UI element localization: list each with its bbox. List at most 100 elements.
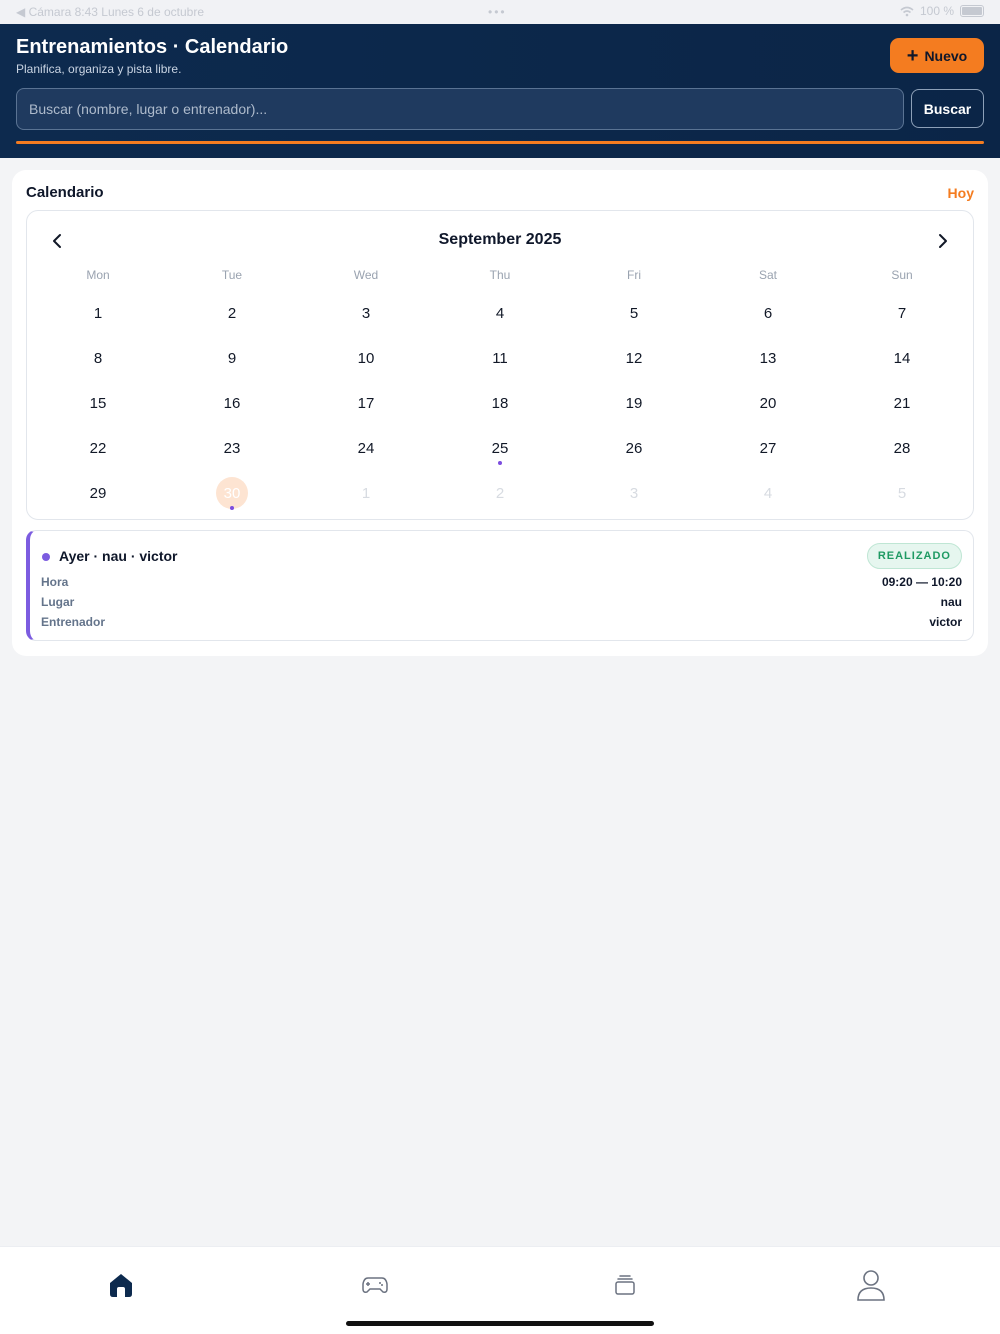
weekday-label: Thu (489, 268, 511, 282)
weekday-label: Sun (891, 268, 913, 282)
day-number: 1 (93, 305, 103, 322)
wifi-icon (900, 6, 914, 16)
calendar-day[interactable]: 5 (567, 291, 701, 336)
calendar-day[interactable]: 20 (701, 381, 835, 426)
status-bar-left: ◀ Cámara 8:43 Lunes 6 de octubre (16, 5, 205, 19)
day-number: 24 (357, 440, 375, 457)
day-number: 9 (227, 350, 237, 367)
calendar-week: 1 2 3 4 5 6 7 (31, 291, 969, 336)
calendar-day[interactable]: 9 (165, 336, 299, 381)
header-accent-line (16, 141, 984, 144)
calendar-day[interactable]: 4 (433, 291, 567, 336)
home-indicator[interactable] (346, 1321, 654, 1326)
calendar-day[interactable]: 16 (165, 381, 299, 426)
battery-percent: 100 % (919, 4, 954, 18)
calendar-week: 15 16 17 18 19 20 21 (31, 381, 969, 426)
calendar-day[interactable]: 28 (835, 426, 969, 471)
calendar-day[interactable]: 24 (299, 426, 433, 471)
chevron-right-icon (939, 234, 947, 248)
weekday-header: Mon Tue Wed Thu Fri Sat Sun (31, 268, 969, 282)
day-number: 2 (227, 305, 237, 322)
calendar-day[interactable]: 22 (31, 426, 165, 471)
day-number: 28 (893, 440, 911, 457)
plus-icon: + (906, 44, 919, 67)
day-number: 11 (492, 350, 508, 367)
day-number: 10 (357, 350, 375, 367)
calendar-day-today[interactable]: 30 (165, 471, 299, 516)
event-title: Ayer · nau · victor (59, 548, 178, 564)
search-input[interactable] (16, 88, 904, 130)
event-row-label: Lugar (41, 595, 75, 609)
search-button[interactable]: Buscar (911, 89, 984, 128)
weekday-label: Tue (221, 268, 243, 282)
calendar-day[interactable]: 1 (31, 291, 165, 336)
calendar-day[interactable]: 11 (433, 336, 567, 381)
day-number: 29 (89, 485, 107, 502)
day-number: 4 (495, 305, 505, 322)
training-event-card[interactable]: Ayer · nau · victor REALIZADO Hora 09:20… (26, 530, 974, 641)
calendar-day[interactable]: 3 (567, 471, 701, 516)
event-indicator-dot (230, 506, 234, 510)
multitask-dots[interactable]: ••• (488, 5, 507, 19)
day-number: 22 (89, 440, 107, 457)
calendar-day[interactable]: 29 (31, 471, 165, 516)
tab-home[interactable] (101, 1265, 141, 1305)
status-badge: REALIZADO (866, 543, 962, 569)
day-number: 8 (93, 350, 103, 367)
day-number: 30 (223, 485, 241, 502)
calendar-day[interactable]: 18 (433, 381, 567, 426)
event-row-value: nau (940, 595, 962, 609)
weekday-label: Wed (353, 268, 379, 282)
calendar-day[interactable]: 7 (835, 291, 969, 336)
status-bar: ◀ Cámara 8:43 Lunes 6 de octubre ••• 100… (0, 0, 1000, 24)
day-number: 27 (759, 440, 777, 457)
calendar-day[interactable]: 4 (701, 471, 835, 516)
calendar-day[interactable]: 25 (433, 426, 567, 471)
calendar-day[interactable]: 12 (567, 336, 701, 381)
page-title: Entrenamientos · Calendario (16, 36, 289, 58)
tab-games[interactable] (355, 1265, 395, 1305)
next-month-button[interactable] (931, 229, 955, 253)
calendar-day[interactable]: 5 (835, 471, 969, 516)
calendar-day[interactable]: 8 (31, 336, 165, 381)
weekday-label: Sat (758, 268, 777, 282)
event-indicator-dot (498, 461, 502, 465)
calendar-day[interactable]: 19 (567, 381, 701, 426)
user-icon (857, 1270, 885, 1301)
calendar-day[interactable]: 2 (433, 471, 567, 516)
calendar-day[interactable]: 21 (835, 381, 969, 426)
calendar-day[interactable]: 10 (299, 336, 433, 381)
day-number: 3 (361, 305, 371, 322)
day-number: 17 (357, 395, 375, 412)
calendar-week: 22 23 24 25 26 27 28 (31, 426, 969, 471)
tab-profile[interactable] (851, 1265, 891, 1305)
day-number: 5 (629, 305, 639, 322)
event-row-time: Hora 09:20 — 10:20 (41, 575, 962, 591)
calendar-day[interactable]: 27 (701, 426, 835, 471)
calendar-week: 8 9 10 11 12 13 14 (31, 336, 969, 381)
weekday-label: Mon (86, 268, 110, 282)
new-training-button[interactable]: + Nuevo (890, 38, 984, 73)
month-label: September 2025 (438, 231, 562, 248)
tab-collection[interactable] (605, 1265, 645, 1305)
calendar-day[interactable]: 14 (835, 336, 969, 381)
day-number: 2 (495, 485, 505, 502)
event-row-place: Lugar nau (41, 595, 962, 611)
page-subtitle: Planifica, organiza y pista libre. (16, 62, 182, 76)
calendar-day[interactable]: 1 (299, 471, 433, 516)
calendar-day[interactable]: 2 (165, 291, 299, 336)
day-number: 7 (897, 305, 907, 322)
calendar-day[interactable]: 15 (31, 381, 165, 426)
day-number: 16 (223, 395, 241, 412)
today-button[interactable]: Hoy (948, 185, 974, 201)
day-number: 25 (491, 440, 509, 457)
event-row-value: 09:20 — 10:20 (881, 575, 962, 589)
calendar-day[interactable]: 6 (701, 291, 835, 336)
calendar-day[interactable]: 23 (165, 426, 299, 471)
event-row-coach: Entrenador victor (41, 615, 962, 631)
calendar-day[interactable]: 13 (701, 336, 835, 381)
calendar-day[interactable]: 26 (567, 426, 701, 471)
calendar-day[interactable]: 17 (299, 381, 433, 426)
calendar-day[interactable]: 3 (299, 291, 433, 336)
weekday-label: Fri (627, 268, 641, 282)
